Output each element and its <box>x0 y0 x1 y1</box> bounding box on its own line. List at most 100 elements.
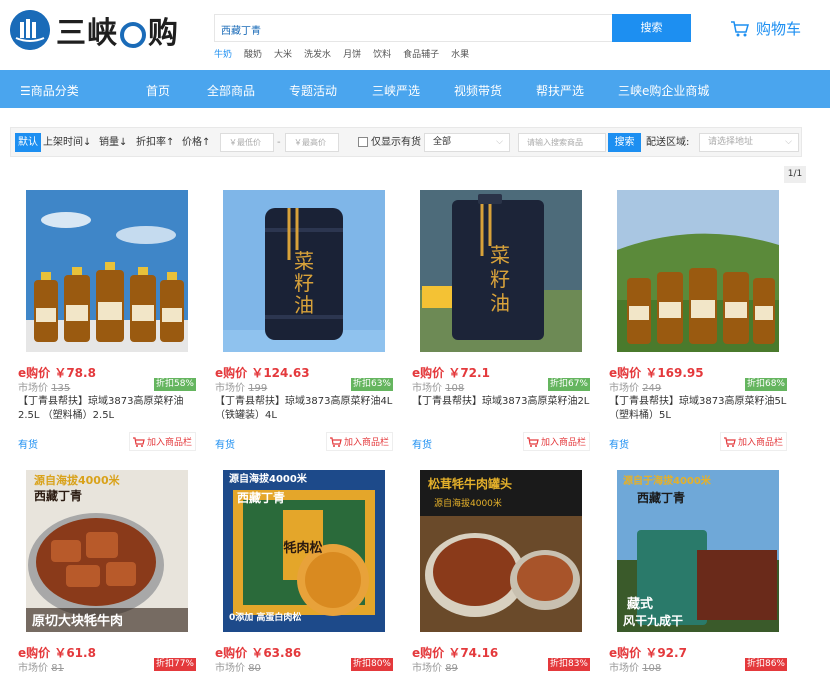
category-select[interactable]: 全部 ⌵ <box>424 133 510 152</box>
image-text: 松茸牦牛肉罐头 <box>428 476 512 491</box>
cart-icon <box>723 436 736 447</box>
image-text: 西藏丁青 <box>637 490 685 505</box>
site-logo[interactable]: 三峡购 <box>10 10 179 51</box>
hotword-link[interactable]: 月饼 <box>343 47 361 60</box>
nav-item-aid-select[interactable]: 帮扶严选 <box>536 82 584 99</box>
product-image[interactable]: 源自海拔4000米 西藏丁青 牦肉松 0添加 高蛋白肉松 <box>223 470 385 632</box>
sort-default[interactable]: 默认 <box>15 133 41 152</box>
sort-time[interactable]: 上架时间↓ <box>43 133 91 152</box>
search-input[interactable]: 西藏丁青 <box>214 14 612 42</box>
logo-e-icon <box>120 21 146 48</box>
image-text: 0添加 高蛋白肉松 <box>229 611 301 623</box>
search-button[interactable]: 搜索 <box>612 14 691 42</box>
nav-item-all-products[interactable]: 全部商品 <box>207 82 255 99</box>
stock-status: 有货 <box>609 440 629 451</box>
add-to-cart-button[interactable]: 加入商品栏 <box>128 432 196 451</box>
logo-text: 三峡购 <box>56 16 179 51</box>
add-to-cart-button[interactable]: 加入商品栏 <box>719 432 787 451</box>
discount-badge: 折扣68% <box>744 378 787 391</box>
min-price-input[interactable]: ￥最低价 <box>220 133 274 152</box>
discount-badge: 折扣80% <box>350 658 393 671</box>
market-price: 市场价 89 <box>412 663 458 674</box>
svg-text:菜: 菜 <box>490 243 510 267</box>
nav-category[interactable]: ☰商品分类 <box>20 82 79 99</box>
discount-badge: 折扣83% <box>547 658 590 671</box>
market-price: 市场价 81 <box>18 663 64 674</box>
filter-bar: 默认 上架时间↓ 销量↓ 折扣率↑ 价格↑ ￥最低价 - ￥最高价 仅显示有货 … <box>10 127 802 157</box>
product-image[interactable]: 源自于海拔4000米 西藏丁青 藏式 风干九成干 <box>617 470 779 632</box>
add-to-cart-button[interactable]: 加入商品栏 <box>325 432 393 451</box>
product-image[interactable]: 松茸牦牛肉罐头 源自海拔4000米 <box>420 470 582 632</box>
cart-link[interactable]: 购物车 <box>730 18 801 39</box>
price-dash: - <box>277 137 281 148</box>
discount-badge: 折扣58% <box>153 378 196 391</box>
svg-text:籽: 籽 <box>294 271 314 295</box>
site-header: 三峡购 西藏丁青 搜索 牛奶 酸奶 大米 洗发水 月饼 饮料 食品辅子 水果 购物车 <box>0 0 830 70</box>
chevron-down-icon: ⌵ <box>496 137 503 147</box>
search-value: 西藏丁青 <box>221 26 261 37</box>
market-price: 市场价 249 <box>609 383 662 394</box>
filter-search-input[interactable]: 请输入搜索商品 <box>518 133 606 152</box>
image-text: 源自海拔4000米 <box>434 497 502 509</box>
pager: 1/1 <box>784 166 806 183</box>
address-placeholder: 请选择地址 <box>708 137 754 147</box>
delivery-label: 配送区域: <box>646 137 690 148</box>
product-image[interactable]: 源自海拔4000米 西藏丁青 原切大块牦牛肉 <box>26 470 188 632</box>
in-stock-checkbox[interactable] <box>358 137 368 147</box>
product-title[interactable]: 【丁青县帮扶】琼域3873高原菜籽油2.5L （塑料桶）2.5L <box>18 395 196 423</box>
nav-item-video[interactable]: 视频带货 <box>454 82 502 99</box>
sort-discount[interactable]: 折扣率↑ <box>136 133 174 152</box>
market-price: 市场价 108 <box>412 383 465 394</box>
image-text: 源自于海拔4000米 <box>623 474 712 487</box>
product-title[interactable]: 【丁青县帮扶】琼域3873高原菜籽油5L（塑料桶）5L <box>609 395 787 423</box>
discount-badge: 折扣63% <box>350 378 393 391</box>
image-text: 源自海拔4000米 <box>34 473 121 487</box>
image-text: 西藏丁青 <box>34 488 82 503</box>
product-title[interactable]: 【丁青县帮扶】琼域3873高原菜籽油2L <box>412 395 590 409</box>
category-select-value: 全部 <box>433 137 452 147</box>
cart-icon <box>132 436 145 447</box>
market-price: 市场价 108 <box>609 663 662 674</box>
product-title[interactable]: 【丁青县帮扶】琼域3873高原菜籽油4L（铁罐装）4L <box>215 395 393 423</box>
stock-status: 有货 <box>215 440 235 451</box>
product-image[interactable] <box>26 190 188 352</box>
chevron-down-icon: ⌵ <box>785 137 792 147</box>
product-image[interactable]: 菜 籽 油 <box>420 190 582 352</box>
cart-icon <box>731 20 749 36</box>
market-price: 市场价 80 <box>215 663 261 674</box>
nav-item-enterprise[interactable]: 三峡e购企业商城 <box>618 82 709 99</box>
image-text: 牦肉松 <box>283 540 322 556</box>
discount-badge: 折扣86% <box>744 658 787 671</box>
hotword-link[interactable]: 牛奶 <box>214 47 232 60</box>
hotword-link[interactable]: 食品辅子 <box>403 47 439 60</box>
product-image[interactable] <box>617 190 779 352</box>
nav-item-sanxia-select[interactable]: 三峡严选 <box>372 82 420 99</box>
svg-text:油: 油 <box>294 293 314 317</box>
market-price: 市场价 135 <box>18 383 71 394</box>
discount-badge: 折扣67% <box>547 378 590 391</box>
nav-item-home[interactable]: 首页 <box>146 82 170 99</box>
svg-text:油: 油 <box>490 291 510 315</box>
image-text: 风干九成干 <box>623 613 683 628</box>
sort-price[interactable]: 价格↑ <box>182 133 210 152</box>
image-text: 藏式 <box>627 596 653 612</box>
hotword-link[interactable]: 大米 <box>274 47 292 60</box>
in-stock-label: 仅显示有货 <box>371 137 421 148</box>
hotword-link[interactable]: 水果 <box>451 47 469 60</box>
add-to-cart-button[interactable]: 加入商品栏 <box>522 432 590 451</box>
image-text: 原切大块牦牛肉 <box>32 613 123 629</box>
cart-label: 购物车 <box>756 20 802 38</box>
market-price: 市场价 199 <box>215 383 268 394</box>
discount-badge: 折扣77% <box>153 658 196 671</box>
nav-item-events[interactable]: 专题活动 <box>289 82 337 99</box>
cart-icon <box>526 436 539 447</box>
product-image[interactable]: 菜 籽 油 <box>223 190 385 352</box>
hotword-link[interactable]: 酸奶 <box>244 47 262 60</box>
hotword-link[interactable]: 饮料 <box>373 47 391 60</box>
hotword-link[interactable]: 洗发水 <box>304 47 331 60</box>
main-nav: ☰商品分类 首页 全部商品 专题活动 三峡严选 视频带货 帮扶严选 三峡e购企业… <box>0 70 830 108</box>
sort-sales[interactable]: 销量↓ <box>99 133 127 152</box>
filter-search-button[interactable]: 搜索 <box>608 133 641 152</box>
address-select[interactable]: 请选择地址 ⌵ <box>699 133 799 152</box>
max-price-input[interactable]: ￥最高价 <box>285 133 339 152</box>
